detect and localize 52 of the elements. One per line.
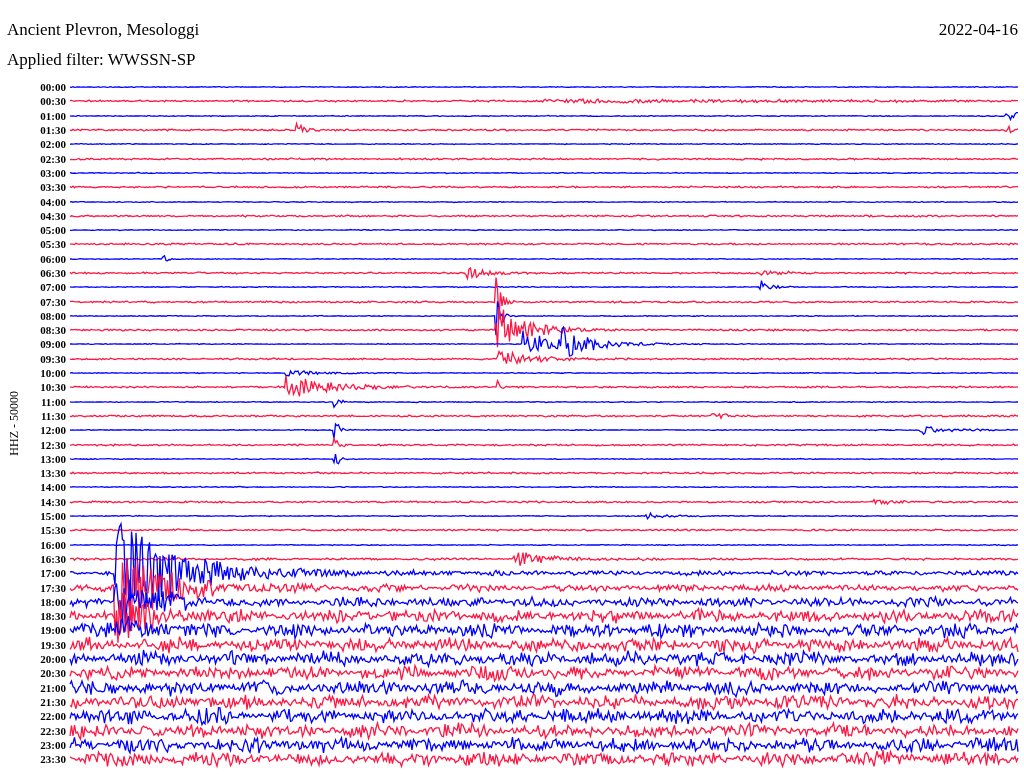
time-label: 02:30 bbox=[39, 152, 67, 165]
time-label: 11:00 bbox=[39, 395, 67, 408]
date: 2022-04-16 bbox=[938, 19, 1018, 41]
time-label: 05:30 bbox=[39, 238, 67, 251]
time-label: 21:30 bbox=[39, 695, 67, 708]
time-label: 14:00 bbox=[39, 481, 67, 494]
time-label: 00:30 bbox=[39, 95, 67, 108]
time-label: 16:30 bbox=[39, 552, 67, 565]
time-label: 06:30 bbox=[39, 267, 67, 279]
time-label: 02:00 bbox=[39, 138, 67, 151]
time-label: 23:00 bbox=[39, 738, 67, 751]
time-label: 21:00 bbox=[39, 681, 67, 694]
time-label: 13:30 bbox=[39, 467, 67, 480]
time-label: 03:30 bbox=[39, 181, 67, 194]
time-label: 19:00 bbox=[39, 624, 67, 637]
time-label: 13:00 bbox=[39, 452, 67, 465]
axis-label: HHZ - 50000 bbox=[6, 390, 22, 456]
filter-label: Applied filter: WWSSN-SP bbox=[7, 49, 197, 71]
time-label: 05:00 bbox=[39, 224, 67, 237]
time-label: 09:00 bbox=[39, 338, 67, 351]
time-label: 15:30 bbox=[39, 524, 67, 537]
time-label: 12:30 bbox=[39, 438, 67, 451]
time-label: 03:00 bbox=[39, 166, 67, 179]
time-label: 20:30 bbox=[39, 667, 67, 680]
time-label: 00:00 bbox=[39, 81, 67, 94]
time-label: 17:30 bbox=[39, 581, 67, 594]
time-label: 17:00 bbox=[39, 567, 67, 580]
time-label: 10:00 bbox=[39, 367, 67, 380]
time-label: 08:30 bbox=[39, 324, 67, 337]
time-label: 20:00 bbox=[39, 653, 67, 665]
time-label: 07:30 bbox=[39, 295, 67, 308]
time-label: 04:30 bbox=[39, 209, 67, 222]
time-label: 08:00 bbox=[39, 309, 67, 322]
time-label: 07:00 bbox=[39, 281, 67, 294]
time-label: 09:30 bbox=[39, 352, 67, 365]
time-label: 04:00 bbox=[39, 195, 67, 208]
time-label: 01:00 bbox=[39, 109, 67, 122]
time-label: 22:00 bbox=[39, 710, 67, 723]
time-label: 11:30 bbox=[39, 409, 67, 422]
time-label: 06:00 bbox=[39, 252, 67, 265]
time-label: 23:30 bbox=[39, 753, 67, 766]
time-label: 18:00 bbox=[39, 595, 67, 608]
station-name: Ancient Plevron, Mesologgi bbox=[7, 19, 200, 41]
time-label: 01:30 bbox=[39, 124, 67, 137]
time-label: 10:30 bbox=[39, 381, 67, 394]
time-label: 12:00 bbox=[39, 424, 67, 437]
time-label: 15:00 bbox=[39, 510, 67, 523]
time-label: 16:00 bbox=[39, 538, 67, 551]
time-label: 19:30 bbox=[39, 638, 67, 651]
time-label: 18:30 bbox=[39, 610, 67, 623]
time-label: 22:30 bbox=[39, 724, 67, 737]
time-label: 14:30 bbox=[39, 495, 67, 508]
